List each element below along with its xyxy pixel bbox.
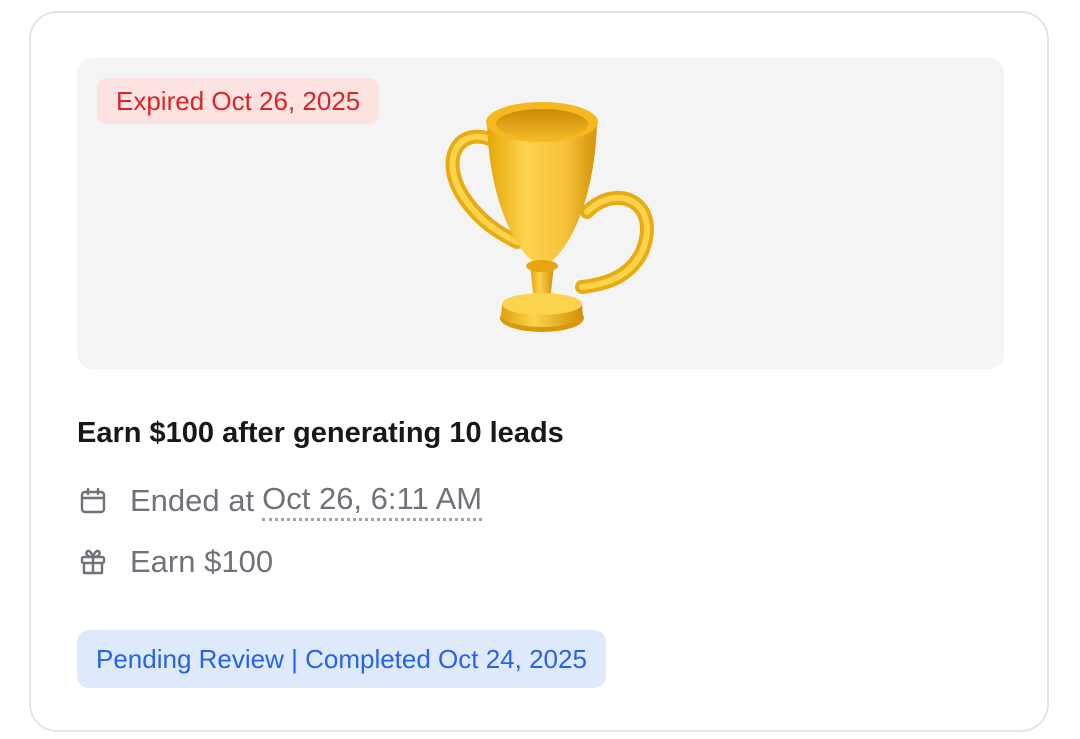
trophy-icon — [445, 102, 654, 332]
expired-badge: Expired Oct 26, 2025 — [97, 78, 380, 124]
reward-row: Earn $100 — [77, 540, 273, 584]
end-date-row: Ended at Oct 26, 6:11 AM — [77, 479, 483, 523]
status-badge: Pending Review | Completed Oct 24, 2025 — [77, 630, 606, 688]
hero-banner: Expired Oct 26, 2025 — [77, 58, 1004, 369]
reward-card: Expired Oct 26, 2025 Earn $100 after gen… — [29, 11, 1049, 732]
calendar-icon — [77, 485, 109, 517]
reward-label: Earn $100 — [130, 544, 274, 579]
challenge-title: Earn $100 after generating 10 leads — [77, 417, 564, 449]
ended-label: Ended at — [130, 483, 255, 518]
gift-icon — [77, 546, 109, 578]
ended-date[interactable]: Oct 26, 6:11 AM — [262, 481, 483, 521]
